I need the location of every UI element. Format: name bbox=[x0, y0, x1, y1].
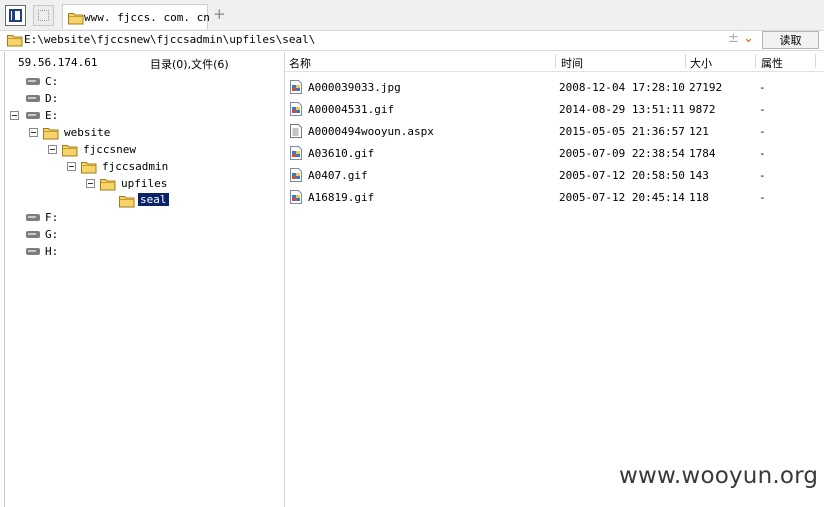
file-name: A0000494wooyun.aspx bbox=[308, 125, 434, 138]
folder-open-icon bbox=[119, 196, 135, 208]
file-attr: - bbox=[759, 191, 766, 204]
file-time: 2005-07-09 22:38:54 bbox=[559, 147, 685, 160]
dir-file-count: 目录(0),文件(6) bbox=[150, 58, 229, 71]
column-divider[interactable] bbox=[815, 54, 816, 68]
column-divider[interactable] bbox=[685, 54, 686, 68]
drive-icon bbox=[26, 95, 40, 102]
file-row[interactable]: A00004531.gif 2014-08-29 13:51:11 9872 - bbox=[285, 98, 824, 120]
file-attr: - bbox=[759, 169, 766, 182]
file-size: 1784 bbox=[689, 147, 716, 160]
image-file-icon bbox=[290, 190, 302, 204]
read-button[interactable]: 读取 bbox=[762, 31, 819, 49]
text-file-icon bbox=[290, 124, 302, 138]
file-time: 2005-07-12 20:45:14 bbox=[559, 191, 685, 204]
collapse-icon[interactable] bbox=[29, 128, 38, 137]
tree-label: D: bbox=[45, 92, 59, 105]
drive-icon bbox=[26, 112, 40, 119]
add-tab-button[interactable]: + bbox=[213, 6, 226, 22]
file-time: 2008-12-04 17:28:10 bbox=[559, 81, 685, 94]
folder-icon bbox=[7, 35, 23, 47]
panel-icon bbox=[9, 9, 22, 22]
watermark: www.wooyun.org bbox=[619, 463, 819, 489]
new-window-button[interactable] bbox=[33, 5, 54, 26]
file-size: 27192 bbox=[689, 81, 723, 94]
tree-label: fjccsadmin bbox=[102, 160, 169, 173]
file-row[interactable]: A000039033.jpg 2008-12-04 17:28:10 27192… bbox=[285, 76, 824, 98]
file-name: A16819.gif bbox=[308, 191, 375, 204]
folder-icon bbox=[62, 145, 78, 157]
file-row[interactable]: A03610.gif 2005-07-09 22:38:54 1784 - bbox=[285, 142, 824, 164]
window-icon bbox=[38, 10, 49, 21]
tree-label: C: bbox=[45, 75, 59, 88]
separator-icon: ± bbox=[728, 31, 739, 46]
image-file-icon bbox=[290, 80, 302, 94]
address-bar: E:\website\fjccsnew\fjccsadmin\upfiles\s… bbox=[0, 31, 824, 51]
directory-tree-panel: 59.56.174.61 目录(0),文件(6) C: D: E: websit… bbox=[4, 52, 285, 507]
folder-icon bbox=[100, 179, 116, 191]
drive-icon bbox=[26, 231, 40, 238]
collapse-icon[interactable] bbox=[67, 162, 76, 171]
tab-bar: www. fjccs. com. cn + bbox=[0, 0, 824, 31]
file-attr: - bbox=[759, 81, 766, 94]
tree-label: fjccsnew bbox=[83, 143, 136, 156]
file-attr: - bbox=[759, 147, 766, 160]
column-header-size[interactable]: 大小 bbox=[690, 55, 712, 71]
tab-title: www. fjccs. com. cn bbox=[84, 11, 210, 24]
column-divider[interactable] bbox=[555, 54, 556, 68]
collapse-icon[interactable] bbox=[48, 145, 57, 154]
collapse-icon[interactable] bbox=[10, 111, 19, 120]
column-header-attr[interactable]: 属性 bbox=[761, 55, 783, 71]
tab-site[interactable]: www. fjccs. com. cn bbox=[62, 4, 210, 29]
chevron-down-icon[interactable]: ⌄ bbox=[743, 31, 754, 46]
collapse-icon[interactable] bbox=[86, 179, 95, 188]
file-row[interactable]: A0407.gif 2005-07-12 20:58:50 143 - bbox=[285, 164, 824, 186]
file-row[interactable]: A16819.gif 2005-07-12 20:45:14 118 - bbox=[285, 186, 824, 208]
file-list-panel: 名称 时间 大小 属性 A000039033.jpg 2008-12-04 17… bbox=[285, 52, 824, 507]
path-input[interactable]: E:\website\fjccsnew\fjccsadmin\upfiles\s… bbox=[24, 33, 315, 46]
toggle-panel-button[interactable] bbox=[5, 5, 26, 26]
tree-label: H: bbox=[45, 245, 59, 258]
column-header-time[interactable]: 时间 bbox=[561, 55, 583, 71]
tree-label: E: bbox=[45, 109, 59, 122]
tree-label: G: bbox=[45, 228, 59, 241]
file-size: 121 bbox=[689, 125, 709, 138]
file-name: A03610.gif bbox=[308, 147, 375, 160]
file-name: A00004531.gif bbox=[308, 103, 395, 116]
server-ip: 59.56.174.61 bbox=[18, 56, 98, 69]
file-time: 2015-05-05 21:36:57 bbox=[559, 125, 685, 138]
tree-label: website bbox=[64, 126, 111, 139]
folder-icon bbox=[43, 128, 59, 140]
drive-icon bbox=[26, 78, 40, 85]
column-header-name[interactable]: 名称 bbox=[289, 55, 311, 71]
drive-icon bbox=[26, 214, 40, 221]
image-file-icon bbox=[290, 168, 302, 182]
tree-label: F: bbox=[45, 211, 59, 224]
folder-icon bbox=[81, 162, 97, 174]
image-file-icon bbox=[290, 102, 302, 116]
file-attr: - bbox=[759, 125, 766, 138]
file-name: A000039033.jpg bbox=[308, 81, 401, 94]
folder-icon bbox=[68, 13, 84, 25]
drive-icon bbox=[26, 248, 40, 255]
column-divider[interactable] bbox=[755, 54, 756, 68]
file-time: 2014-08-29 13:51:11 bbox=[559, 103, 685, 116]
file-list-header: 名称 时间 大小 属性 bbox=[285, 52, 824, 72]
file-size: 143 bbox=[689, 169, 709, 182]
tree-label: upfiles bbox=[121, 177, 168, 190]
file-attr: - bbox=[759, 103, 766, 116]
tree-label-selected: seal bbox=[138, 193, 169, 206]
file-size: 9872 bbox=[689, 103, 716, 116]
image-file-icon bbox=[290, 146, 302, 160]
file-size: 118 bbox=[689, 191, 709, 204]
file-time: 2005-07-12 20:58:50 bbox=[559, 169, 685, 182]
file-name: A0407.gif bbox=[308, 169, 368, 182]
file-row[interactable]: A0000494wooyun.aspx 2015-05-05 21:36:57 … bbox=[285, 120, 824, 142]
